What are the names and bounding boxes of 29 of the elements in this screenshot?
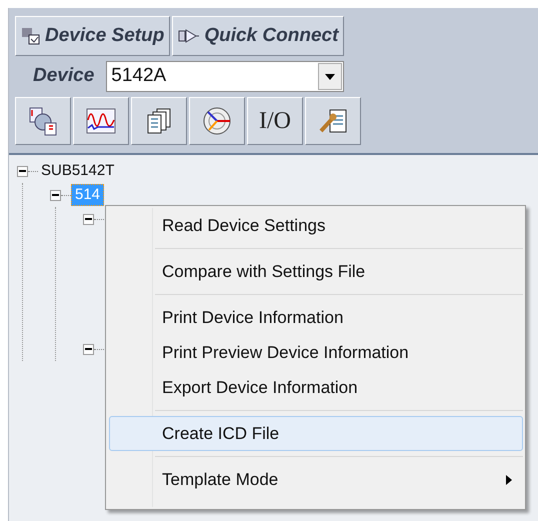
device-setup-button[interactable]: Device Setup <box>15 16 170 56</box>
clock-pages-tool[interactable] <box>15 97 71 145</box>
phasor-icon <box>202 106 232 136</box>
documents-icon <box>145 107 173 135</box>
menu-item[interactable]: Compare with Settings File <box>109 254 523 289</box>
menu-item[interactable]: Print Preview Device Information <box>109 335 523 370</box>
waveform-tool[interactable] <box>73 97 129 145</box>
tree-node-label[interactable]: SUB5142T <box>38 161 118 181</box>
menu-item[interactable]: Read Device Settings <box>109 208 523 243</box>
documents-tool[interactable] <box>131 97 187 145</box>
collapse-toggle[interactable] <box>17 166 28 176</box>
waveform-icon <box>86 108 116 134</box>
collapse-toggle[interactable] <box>83 214 94 224</box>
wrench-settings-tool[interactable] <box>305 97 361 145</box>
quick-connect-button[interactable]: Quick Connect <box>172 16 344 56</box>
collapse-toggle[interactable] <box>83 344 94 354</box>
collapse-toggle[interactable] <box>50 190 61 200</box>
clock-pages-icon <box>28 106 58 136</box>
menu-item[interactable]: Print Device Information <box>109 300 523 335</box>
menu-item[interactable]: Template Mode <box>109 462 523 497</box>
wrench-document-icon <box>318 107 348 135</box>
device-dropdown[interactable]: 5142A <box>106 61 344 92</box>
device-label: Device <box>33 64 94 88</box>
connector-icon <box>178 27 200 45</box>
menu-item[interactable]: Export Device Information <box>109 370 523 405</box>
phasor-tool[interactable] <box>189 97 245 145</box>
menu-item[interactable]: Create ICD File <box>109 416 523 451</box>
monitor-check-icon <box>21 27 41 45</box>
io-tool[interactable]: I/O <box>247 97 303 145</box>
